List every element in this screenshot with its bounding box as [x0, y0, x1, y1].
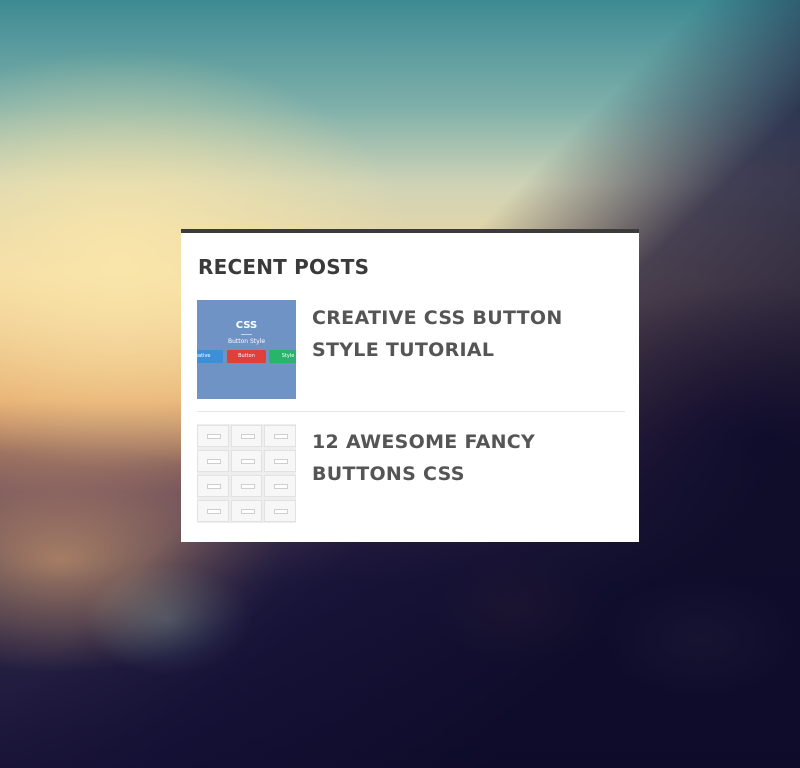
- thumbnail-grid-cell: [264, 500, 296, 522]
- post-title-link[interactable]: CREATIVE CSS BUTTON STYLE TUTORIAL: [312, 302, 632, 366]
- thumbnail-grid-cell: [264, 450, 296, 472]
- list-item: 12 AWESOME FANCY BUTTONS CSS: [197, 424, 627, 524]
- thumbnail-grid-row: [197, 500, 296, 522]
- thumbnail-grid-cell: [230, 425, 263, 447]
- thumbnail-grid-cell: [264, 475, 296, 497]
- post-thumbnail[interactable]: CSS Button Style Creative Button Style: [197, 300, 296, 399]
- thumbnail-grid-cell: [264, 425, 296, 447]
- thumbnail-grid-cell: [230, 500, 263, 522]
- list-item: CSS Button Style Creative Button Style C…: [197, 300, 627, 400]
- widget-title: RECENT POSTS: [198, 255, 370, 279]
- thumbnail-grid-cell: [197, 475, 229, 497]
- thumbnail-heading: CSS: [235, 320, 258, 331]
- thumbnail-button-green: Style: [269, 350, 296, 363]
- thumbnail-grid-row: [197, 425, 296, 447]
- thumbnail-grid-cell: [197, 450, 229, 472]
- thumbnail-grid-cell: [230, 475, 263, 497]
- thumbnail-grid-row: [197, 475, 296, 497]
- thumbnail-grid-cell: [197, 425, 229, 447]
- thumbnail-grid-row: [197, 450, 296, 472]
- thumbnail-button-blue: Creative: [197, 350, 223, 363]
- thumbnail-button-red: Button: [227, 350, 266, 363]
- post-thumbnail[interactable]: [197, 424, 296, 523]
- recent-posts-widget: RECENT POSTS CSS Button Style Creative B…: [181, 229, 639, 542]
- thumbnail-grid-cell: [230, 450, 263, 472]
- thumbnail-grid-cell: [197, 500, 229, 522]
- post-divider: [197, 411, 625, 412]
- post-title-link[interactable]: 12 AWESOME FANCY BUTTONS CSS: [312, 426, 632, 490]
- thumbnail-divider: [241, 334, 252, 335]
- thumbnail-subheading: Button Style: [227, 338, 266, 345]
